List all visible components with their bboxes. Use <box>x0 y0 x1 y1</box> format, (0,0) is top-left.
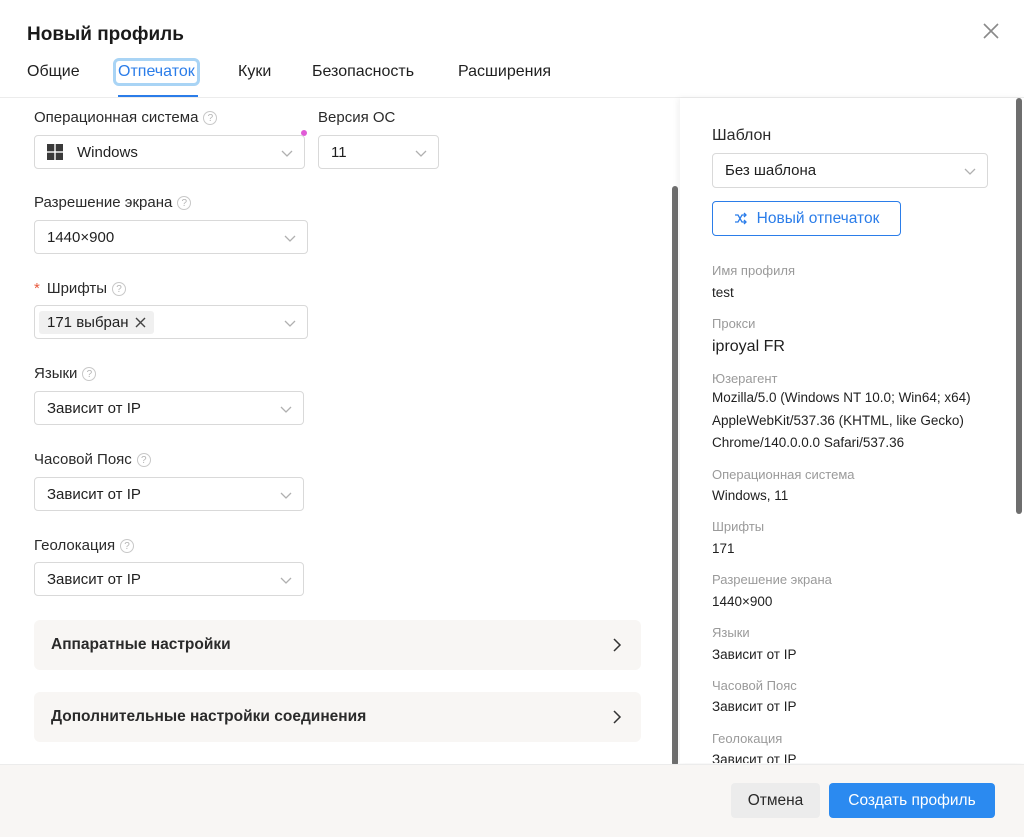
close-icon[interactable] <box>980 20 1002 42</box>
help-icon[interactable]: ? <box>120 538 135 553</box>
template-value: Без шаблона <box>725 162 817 179</box>
fonts-label: * Шрифты ? <box>34 280 126 297</box>
fonts-tag: 171 выбран <box>39 310 154 334</box>
connection-settings-section[interactable]: Дополнительные настройки соединения <box>34 692 641 742</box>
help-icon[interactable]: ? <box>136 452 151 467</box>
dialog-footer: Отмена Создать профиль <box>0 764 1024 837</box>
tab-extensions[interactable]: Расширения <box>458 63 551 81</box>
tab-bar: Общие Отпечаток Куки Безопасность Расшир… <box>0 57 1024 98</box>
languages-value: Зависит от IP <box>47 399 141 417</box>
help-icon[interactable]: ? <box>111 281 126 296</box>
summary-value: 171 <box>712 541 735 556</box>
tab-security[interactable]: Безопасность <box>312 63 414 81</box>
resolution-select[interactable]: 1440×900 <box>34 220 308 254</box>
geolocation-select[interactable]: Зависит от IP <box>34 562 304 596</box>
summary-key: Операционная система <box>712 467 855 482</box>
chevron-right-icon <box>613 638 622 652</box>
summary-value: AppleWebKit/537.36 (KHTML, like Gecko) <box>712 413 964 428</box>
fonts-select[interactable]: 171 выбран <box>34 305 308 339</box>
chevron-down-icon <box>415 150 427 157</box>
summary-key: Шрифты <box>712 519 765 534</box>
timezone-select[interactable]: Зависит от IP <box>34 477 304 511</box>
summary-key: Разрешение экрана <box>712 572 832 587</box>
summary-key: Языки <box>712 625 750 640</box>
template-select[interactable]: Без шаблона <box>712 153 988 188</box>
timezone-label: Часовой Пояс ? <box>34 451 151 468</box>
os-version-label: Версия ОС <box>318 109 396 126</box>
create-profile-button[interactable]: Создать профиль <box>829 783 995 818</box>
summary-scrollbar[interactable] <box>1016 98 1022 514</box>
chevron-down-icon <box>280 577 292 584</box>
summary-value: iproyal FR <box>712 338 785 355</box>
os-select-value: Windows <box>77 143 138 161</box>
resolution-value: 1440×900 <box>47 228 115 246</box>
summary-key: Геолокация <box>712 731 783 746</box>
form-scrollbar[interactable] <box>672 186 678 766</box>
os-select[interactable]: Windows <box>34 135 305 169</box>
os-label: Операционная система ? <box>34 109 218 126</box>
chevron-down-icon <box>280 406 292 413</box>
tab-cookies[interactable]: Куки <box>238 63 271 81</box>
summary-value: Зависит от IP <box>712 699 797 714</box>
summary-value: Mozilla/5.0 (Windows NT 10.0; Win64; x64… <box>712 390 971 405</box>
new-profile-dialog: Новый профиль Общие Отпечаток Куки Безоп… <box>0 0 1024 837</box>
summary-key: Прокси <box>712 316 756 331</box>
geolocation-value: Зависит от IP <box>47 570 141 588</box>
windows-icon <box>47 144 63 160</box>
timezone-value: Зависит от IP <box>47 485 141 503</box>
languages-label: Языки ? <box>34 365 97 382</box>
chevron-down-icon <box>281 150 293 157</box>
profile-summary-panel: Шаблон Без шаблона Новый отпечаток Имя п… <box>680 98 1024 763</box>
chevron-right-icon <box>613 710 622 724</box>
help-icon[interactable]: ? <box>203 110 218 125</box>
summary-key: Часовой Пояс <box>712 678 797 693</box>
os-version-select[interactable]: 11 <box>318 135 439 169</box>
dialog-title: Новый профиль <box>27 24 184 45</box>
template-label: Шаблон <box>712 127 772 144</box>
active-tab-indicator <box>118 95 198 97</box>
summary-value: Зависит от IP <box>712 647 797 662</box>
summary-key: Юзерагент <box>712 371 778 386</box>
os-version-value: 11 <box>331 143 347 161</box>
summary-key: Имя профиля <box>712 263 796 278</box>
chevron-down-icon <box>284 320 296 327</box>
fingerprint-form: Операционная система ? Версия ОС Windows… <box>0 98 662 763</box>
help-icon[interactable]: ? <box>82 366 97 381</box>
summary-value: test <box>712 285 734 300</box>
hardware-settings-section[interactable]: Аппаратные настройки <box>34 620 641 670</box>
shuffle-icon <box>734 212 747 225</box>
summary-value: Windows, 11 <box>712 488 789 503</box>
help-icon[interactable]: ? <box>177 195 192 210</box>
summary-value: Зависит от IP <box>712 752 797 763</box>
chevron-down-icon <box>284 235 296 242</box>
remove-tag-icon[interactable] <box>135 317 146 328</box>
tab-fingerprint[interactable]: Отпечаток <box>113 58 200 86</box>
summary-value: Chrome/140.0.0.0 Safari/537.36 <box>712 435 905 450</box>
summary-value: 1440×900 <box>712 594 773 609</box>
required-mark: * <box>34 280 40 297</box>
chevron-down-icon <box>280 492 292 499</box>
cancel-button[interactable]: Отмена <box>731 783 820 818</box>
tab-general[interactable]: Общие <box>27 63 80 81</box>
languages-select[interactable]: Зависит от IP <box>34 391 304 425</box>
resolution-label: Разрешение экрана ? <box>34 194 192 211</box>
chevron-down-icon <box>964 168 976 175</box>
new-fingerprint-button[interactable]: Новый отпечаток <box>712 201 901 236</box>
geolocation-label: Геолокация ? <box>34 537 135 554</box>
